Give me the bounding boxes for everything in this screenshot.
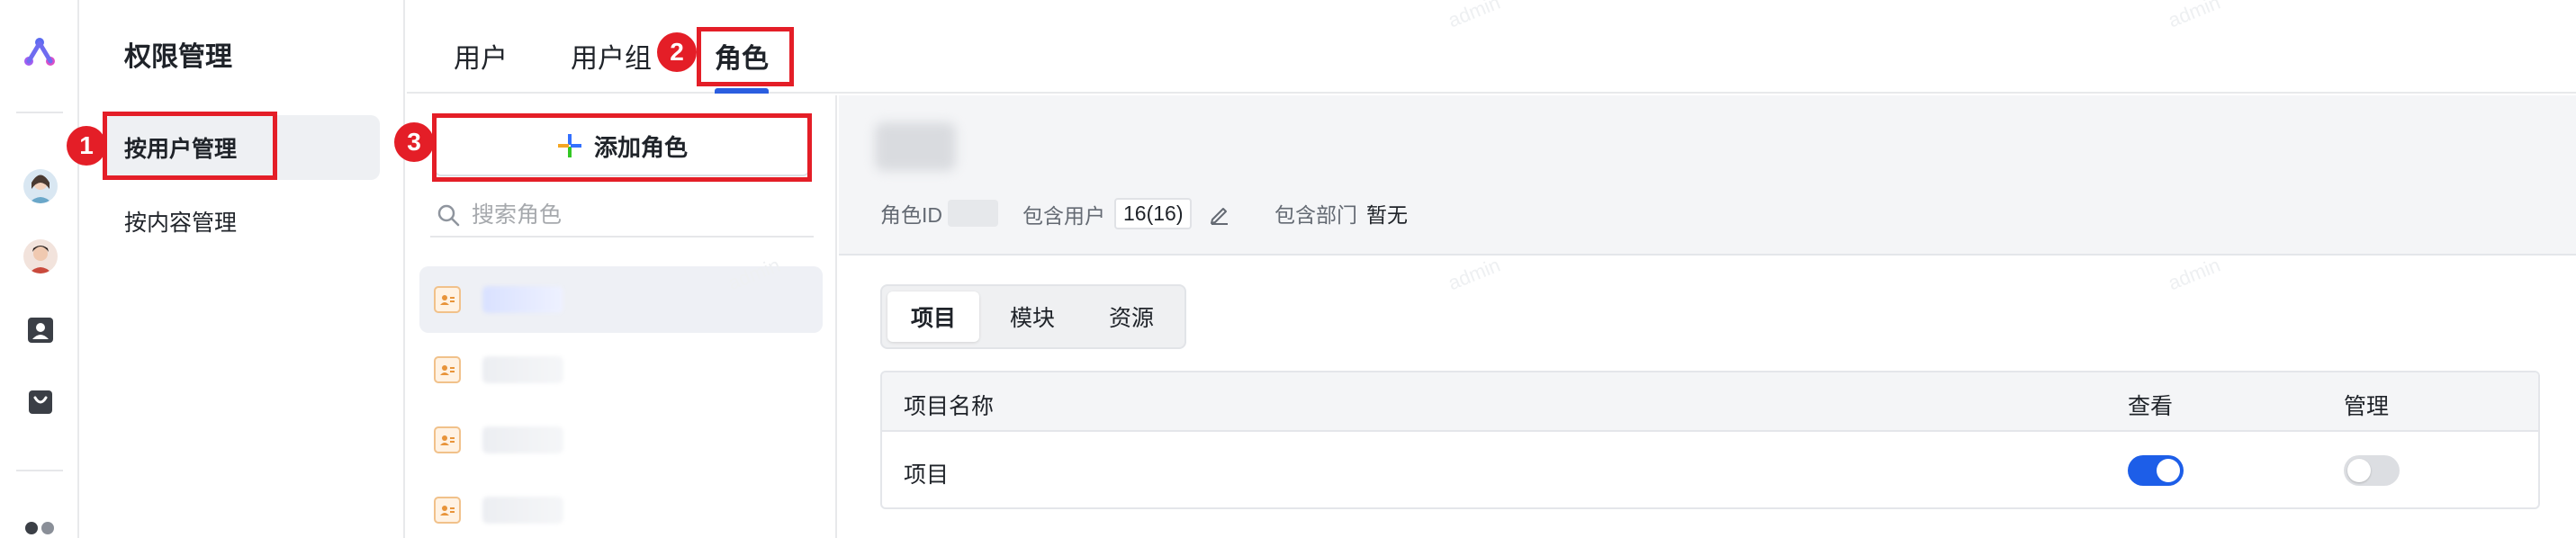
avatar[interactable] [23,239,58,273]
role-name-redacted [482,356,563,383]
segment-resources[interactable]: 资源 [1085,291,1177,342]
search-icon [437,204,460,227]
more-dot-icon[interactable] [25,522,38,534]
view-toggle[interactable] [2128,455,2184,486]
role-id-label: 角色ID [880,203,942,227]
tab-user-groups[interactable]: 用户组 [571,36,652,76]
more-dot-icon[interactable] [41,522,54,534]
search-input[interactable] [472,202,796,229]
users-label: 包含用户 [1022,203,1105,228]
menu-item-by-user[interactable]: 按用户管理 [104,115,380,180]
table-row-name: 项目 [904,462,950,488]
callout-number-3: 3 [394,122,434,162]
active-tab-indicator [715,88,769,94]
permission-table: 项目名称 查看 管理 项目 [880,371,2540,509]
column-header-project-name: 项目名称 [904,394,995,419]
manage-toggle[interactable] [2344,455,2400,486]
role-icon [434,356,461,383]
list-item[interactable] [419,477,823,538]
segment-modules[interactable]: 模块 [986,291,1078,342]
bag-icon[interactable] [25,387,56,417]
dept-label: 包含部门 [1274,203,1357,227]
watermark: admin [1445,253,1504,295]
table-header [882,372,2538,432]
role-id-meta: 角色ID [880,198,998,229]
role-title-redacted [875,122,956,171]
column-header-manage: 管理 [2344,394,2390,419]
role-icon [434,286,461,313]
user-card-icon[interactable] [25,315,56,345]
role-search[interactable] [430,194,814,238]
app-logo-icon[interactable] [22,36,58,68]
role-id-redacted [948,200,998,227]
resource-type-switch: 项目 模块 资源 [880,284,1186,349]
callout-number-2: 2 [657,32,697,72]
menu-item-by-content[interactable]: 按内容管理 [104,189,380,254]
app-rail [0,0,79,538]
rail-divider [16,112,63,113]
users-meta: 包含用户 16(16) [1022,198,1231,229]
dept-value: 暂无 [1366,203,1408,227]
tab-roles[interactable]: 角色 [715,36,769,76]
role-name-redacted [482,286,563,313]
permission-menu: 权限管理 按用户管理 按内容管理 [81,0,405,538]
role-detail-header: 角色ID 包含用户 16(16) 包含部门 暂无 [839,95,2576,256]
list-item[interactable] [419,407,823,473]
callout-number-1: 1 [67,126,106,166]
role-name-redacted [482,426,563,453]
watermark: admin [2165,253,2224,295]
segment-projects[interactable]: 项目 [887,291,979,342]
role-icon [434,426,461,453]
column-header-view: 查看 [2128,394,2174,419]
tab-users[interactable]: 用户 [454,36,508,76]
plus-icon [557,134,581,157]
add-role-button[interactable]: 添加角色 [434,115,810,176]
rail-divider [16,470,63,471]
role-list-panel: 添加角色 [407,95,837,538]
edit-icon[interactable] [1208,202,1231,226]
add-role-label: 添加角色 [593,133,688,161]
role-icon [434,497,461,524]
page-title: 权限管理 [124,42,232,72]
role-name-redacted [482,497,563,524]
users-count: 16(16) [1114,198,1193,229]
avatar[interactable] [23,169,58,203]
list-item[interactable] [419,336,823,403]
dept-meta: 包含部门 暂无 [1274,198,1408,229]
